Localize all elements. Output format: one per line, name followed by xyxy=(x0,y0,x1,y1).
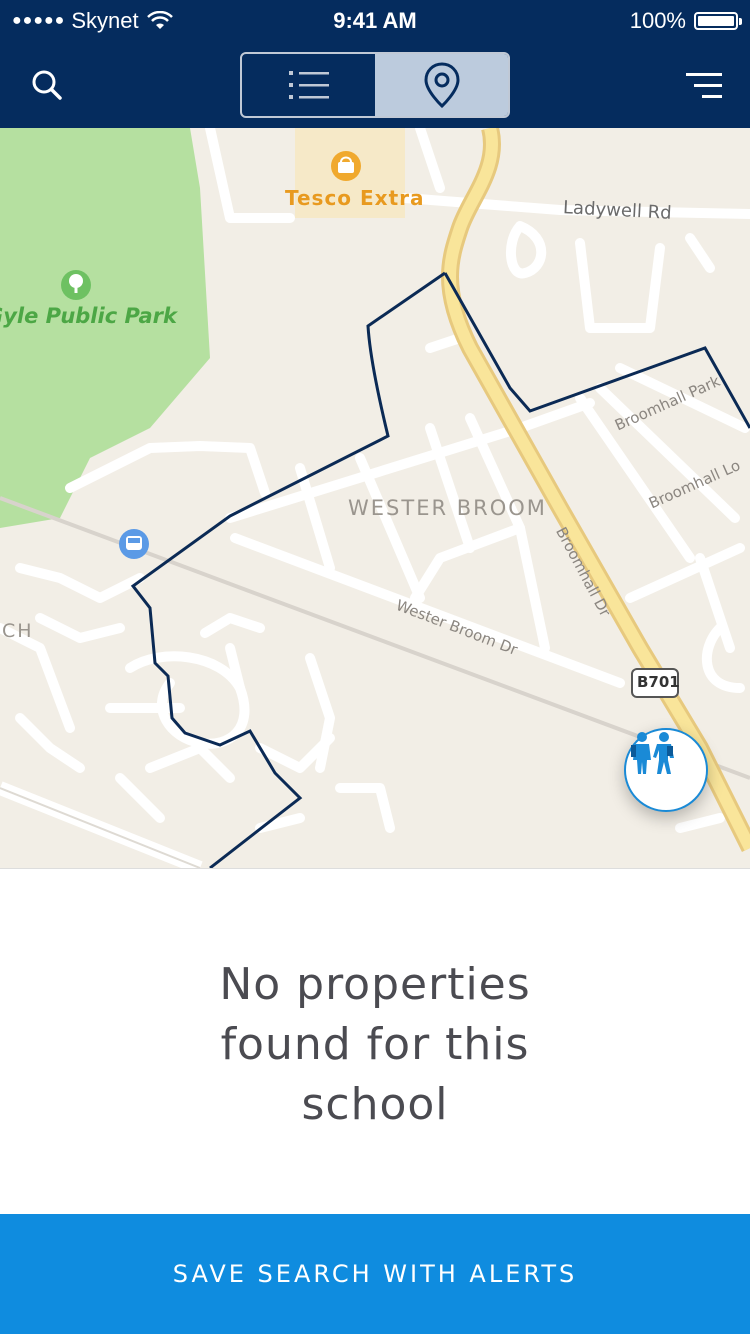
school-catchment-button[interactable] xyxy=(624,728,708,812)
search-icon[interactable] xyxy=(28,66,68,106)
map-label-tesco: Tesco Extra xyxy=(285,186,425,210)
list-view-button[interactable] xyxy=(242,54,375,116)
empty-state-message: No properties found for this school xyxy=(219,959,531,1130)
status-right: 100% xyxy=(629,8,742,34)
map-view[interactable]: Tesco Extra Gyle Public Park Ladywell Rd… xyxy=(0,128,750,868)
map-view-button[interactable] xyxy=(375,54,508,116)
map-label-park: Gyle Public Park xyxy=(0,304,177,328)
map-label-ch: CH xyxy=(2,620,34,642)
list-icon xyxy=(288,71,329,99)
battery-percent: 100% xyxy=(629,8,686,33)
map-pin-icon xyxy=(423,62,460,109)
battery-icon xyxy=(694,12,742,30)
nav-bar xyxy=(0,40,750,128)
save-search-button[interactable]: SAVE SEARCH WITH ALERTS xyxy=(0,1214,750,1334)
filter-menu-icon[interactable] xyxy=(684,70,724,102)
status-bar: ●●●●● Skynet 9:41 AM 100% xyxy=(0,0,750,40)
results-panel: No properties found for this school xyxy=(0,868,750,1215)
map-label-road-number: B701 xyxy=(637,673,680,691)
map-label-wester-broom: WESTER BROOM xyxy=(348,496,547,520)
view-toggle xyxy=(240,52,510,118)
school-children-icon xyxy=(631,732,674,774)
